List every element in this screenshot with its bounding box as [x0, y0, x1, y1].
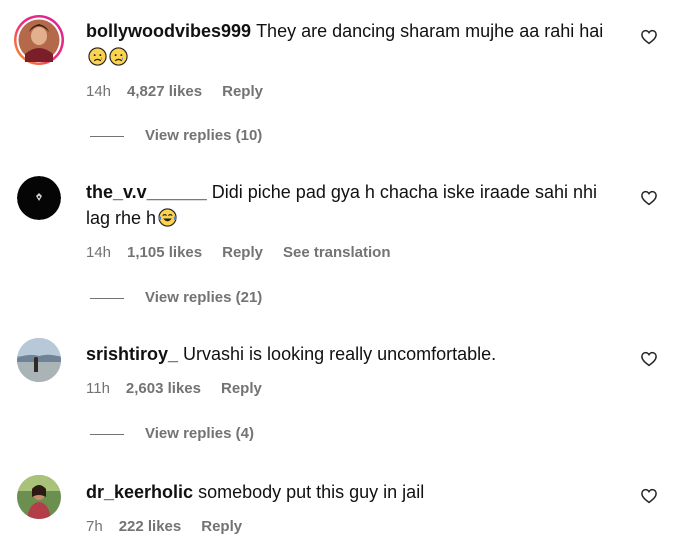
avatar[interactable] — [13, 14, 65, 66]
landscape-avatar-icon — [17, 338, 61, 382]
comment-body: Urvashi is looking really uncomfortable. — [183, 344, 497, 364]
comment-body: somebody put this guy in jail — [198, 482, 425, 502]
view-replies-label[interactable]: View replies (10) — [145, 127, 262, 144]
comment-meta: 14h 1,105 likes Reply See translation — [86, 243, 616, 263]
view-replies-label[interactable]: View replies (4) — [145, 425, 254, 442]
comment-username[interactable]: dr_keerholic — [86, 482, 193, 502]
crying-face-emoji-icon — [88, 47, 107, 66]
avatar[interactable] — [17, 338, 61, 382]
likes-count[interactable]: 2,603 likes — [126, 380, 201, 397]
likes-count[interactable]: 1,105 likes — [127, 244, 202, 261]
heart-icon[interactable] — [640, 487, 658, 505]
comment-text: bollywoodvibes999 They are dancing sharam… — [86, 18, 616, 70]
comment-username[interactable]: the_v.v______ — [86, 182, 207, 202]
story-ring-avatar-icon — [14, 15, 64, 65]
comment-time: 14h — [86, 244, 112, 261]
black-avatar-icon — [17, 176, 61, 220]
reply-button[interactable]: Reply — [221, 380, 262, 397]
likes-count[interactable]: 4,827 likes — [127, 83, 202, 100]
likes-count[interactable]: 222 likes — [119, 518, 182, 535]
comment-text: srishtiroy_ Urvashi is looking really unc… — [86, 341, 616, 367]
comment-time: 14h — [86, 83, 112, 100]
avatar[interactable] — [17, 176, 61, 220]
comment-username[interactable]: srishtiroy_ — [86, 344, 178, 364]
comment-meta: 11h 2,603 likes Reply — [86, 379, 616, 399]
replies-divider — [90, 433, 124, 435]
comment-time: 7h — [86, 518, 103, 535]
reply-button[interactable]: Reply — [222, 244, 263, 261]
outdoor-avatar-icon — [17, 475, 61, 519]
replies-divider — [90, 135, 124, 137]
avatar[interactable] — [17, 475, 61, 519]
reply-button[interactable]: Reply — [222, 83, 263, 100]
comment-username[interactable]: bollywoodvibes999 — [86, 21, 251, 41]
view-replies-button[interactable]: View replies (10) — [90, 126, 262, 146]
view-replies-button[interactable]: View replies (21) — [90, 288, 262, 308]
replies-divider — [90, 297, 124, 299]
comment-body: They are dancing sharam mujhe aa rahi ha… — [256, 21, 604, 41]
view-replies-label[interactable]: View replies (21) — [145, 289, 262, 306]
comment-meta: 7h 222 likes Reply — [86, 517, 616, 537]
comment-meta: 14h 4,827 likes Reply — [86, 82, 616, 102]
see-translation-button[interactable]: See translation — [283, 244, 391, 261]
comment-text: dr_keerholic somebody put this guy in jai… — [86, 479, 616, 505]
reply-button[interactable]: Reply — [201, 518, 242, 535]
crying-face-emoji-icon — [109, 47, 128, 66]
heart-icon[interactable] — [640, 350, 658, 368]
comment-text: the_v.v______ Didi piche pad gya h chacha… — [86, 179, 616, 231]
heart-icon[interactable] — [640, 28, 658, 46]
heart-icon[interactable] — [640, 189, 658, 207]
tears-of-joy-emoji-icon — [158, 208, 177, 227]
comment-time: 11h — [86, 380, 110, 397]
view-replies-button[interactable]: View replies (4) — [90, 424, 254, 444]
